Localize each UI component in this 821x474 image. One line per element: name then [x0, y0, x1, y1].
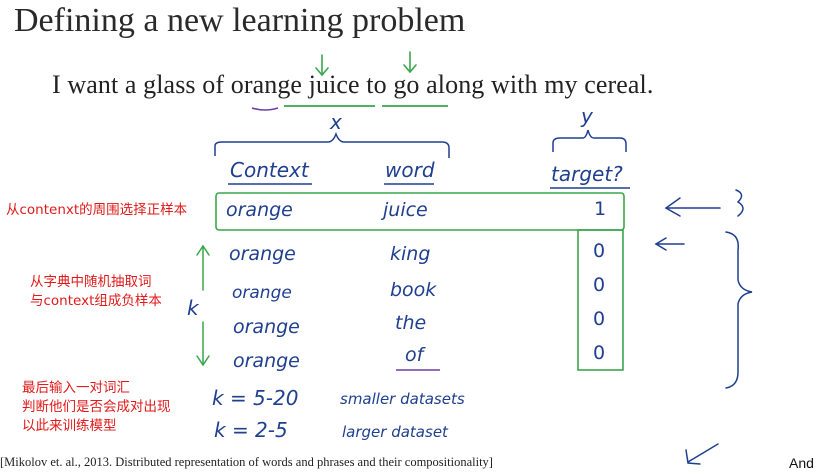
row-5-context: orange: [233, 350, 300, 372]
k-rule-large: k = 2-5: [214, 418, 288, 442]
row-2-context: orange: [229, 243, 296, 265]
note-negative-line1: 从字典中随机抽取词: [30, 274, 152, 290]
word-header: word: [385, 158, 435, 182]
footer-and-text: And: [789, 455, 814, 471]
x-label: x: [330, 110, 342, 134]
citation: [Mikolov et. al., 2013. Distributed repr…: [0, 455, 493, 469]
left-arrow-icon: [664, 197, 721, 217]
k-note-small: smaller datasets: [340, 390, 465, 408]
negatives-brace: [725, 231, 753, 389]
row-4-context: orange: [233, 316, 300, 338]
row-3-context: orange: [232, 283, 292, 303]
target-header: target?: [551, 162, 623, 186]
row-5-word: of: [405, 344, 424, 366]
left-arrow-icon: [654, 237, 685, 251]
note-negative-line2: 与context组成负样本: [30, 293, 162, 309]
down-arrow-icon: [315, 51, 417, 77]
brace-mark: [735, 189, 744, 217]
row-1-context: orange: [226, 199, 293, 221]
row-4-target: 0: [593, 308, 606, 330]
row-5-target: 0: [593, 342, 606, 364]
y-label: y: [581, 104, 593, 128]
note-train-line2: 判断他们是否会成对出现: [22, 399, 171, 415]
note-train-line3: 以此来训练模型: [22, 418, 117, 434]
row-4-word: the: [395, 312, 427, 334]
row-3-word: book: [390, 279, 437, 301]
note-positive-sample: 从contenxt的周围选择正样本: [6, 202, 188, 218]
left-arrow-icon: [685, 443, 719, 465]
underline-of: [251, 107, 279, 111]
row-1-target: 1: [594, 198, 607, 220]
k-note-large: larger dataset: [342, 423, 448, 441]
row-1-word: juice: [383, 199, 428, 221]
row-2-target: 0: [593, 240, 606, 262]
y-brace: [552, 129, 627, 152]
note-train-line1: 最后输入一对词汇: [22, 380, 130, 396]
row-2-word: king: [390, 243, 431, 265]
k-label: k: [187, 296, 199, 320]
row-3-target: 0: [593, 274, 606, 296]
context-header: Context: [230, 158, 309, 182]
x-brace: [214, 131, 450, 158]
k-rule-small: k = 5-20: [212, 386, 299, 410]
